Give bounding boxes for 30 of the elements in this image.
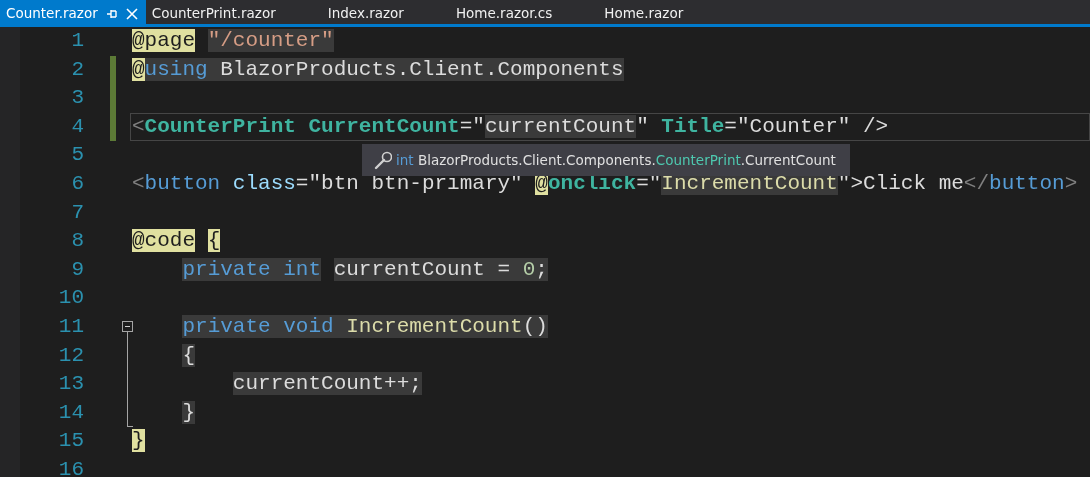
line-number: 15 — [57, 428, 84, 455]
code-line: @page "/counter" — [131, 28, 335, 54]
code-line: private void IncrementCount() — [181, 313, 549, 340]
line-number: 11 — [57, 313, 84, 340]
editor-tab[interactable]: Counter.razor — [0, 0, 146, 27]
line-number: 6 — [70, 170, 84, 197]
editor-tab[interactable]: CounterPrint.razor — [145, 0, 322, 27]
editor-tab[interactable]: Index.razor — [321, 0, 450, 27]
editor-tab[interactable]: Home.razor — [598, 0, 730, 27]
line-number: 10 — [57, 285, 84, 312]
code-line: private int currentCount = 0; — [181, 256, 549, 283]
pin-icon[interactable] — [105, 7, 118, 20]
line-number: 4 — [70, 113, 84, 140]
line-number: 8 — [70, 228, 84, 255]
line-number: 1 — [70, 28, 84, 54]
line-number: 3 — [70, 85, 84, 112]
line-number: 16 — [57, 456, 84, 477]
tooltip-text: int BlazorProducts.Client.Components.CounterPrint.CurrentCount — [396, 150, 836, 170]
line-number: 7 — [70, 199, 84, 226]
wrench-icon — [374, 150, 392, 170]
collapse-icon[interactable] — [122, 320, 133, 332]
editor-tab[interactable]: Home.razor.cs — [449, 0, 599, 27]
code-line: @code { — [131, 228, 222, 255]
line-number: 13 — [57, 371, 84, 398]
line-number: 12 — [57, 342, 84, 369]
line-number: 14 — [57, 399, 84, 426]
close-icon[interactable] — [125, 7, 138, 20]
line-number: 9 — [70, 256, 84, 283]
line-number: 5 — [70, 142, 84, 169]
line-number: 2 — [70, 56, 84, 83]
